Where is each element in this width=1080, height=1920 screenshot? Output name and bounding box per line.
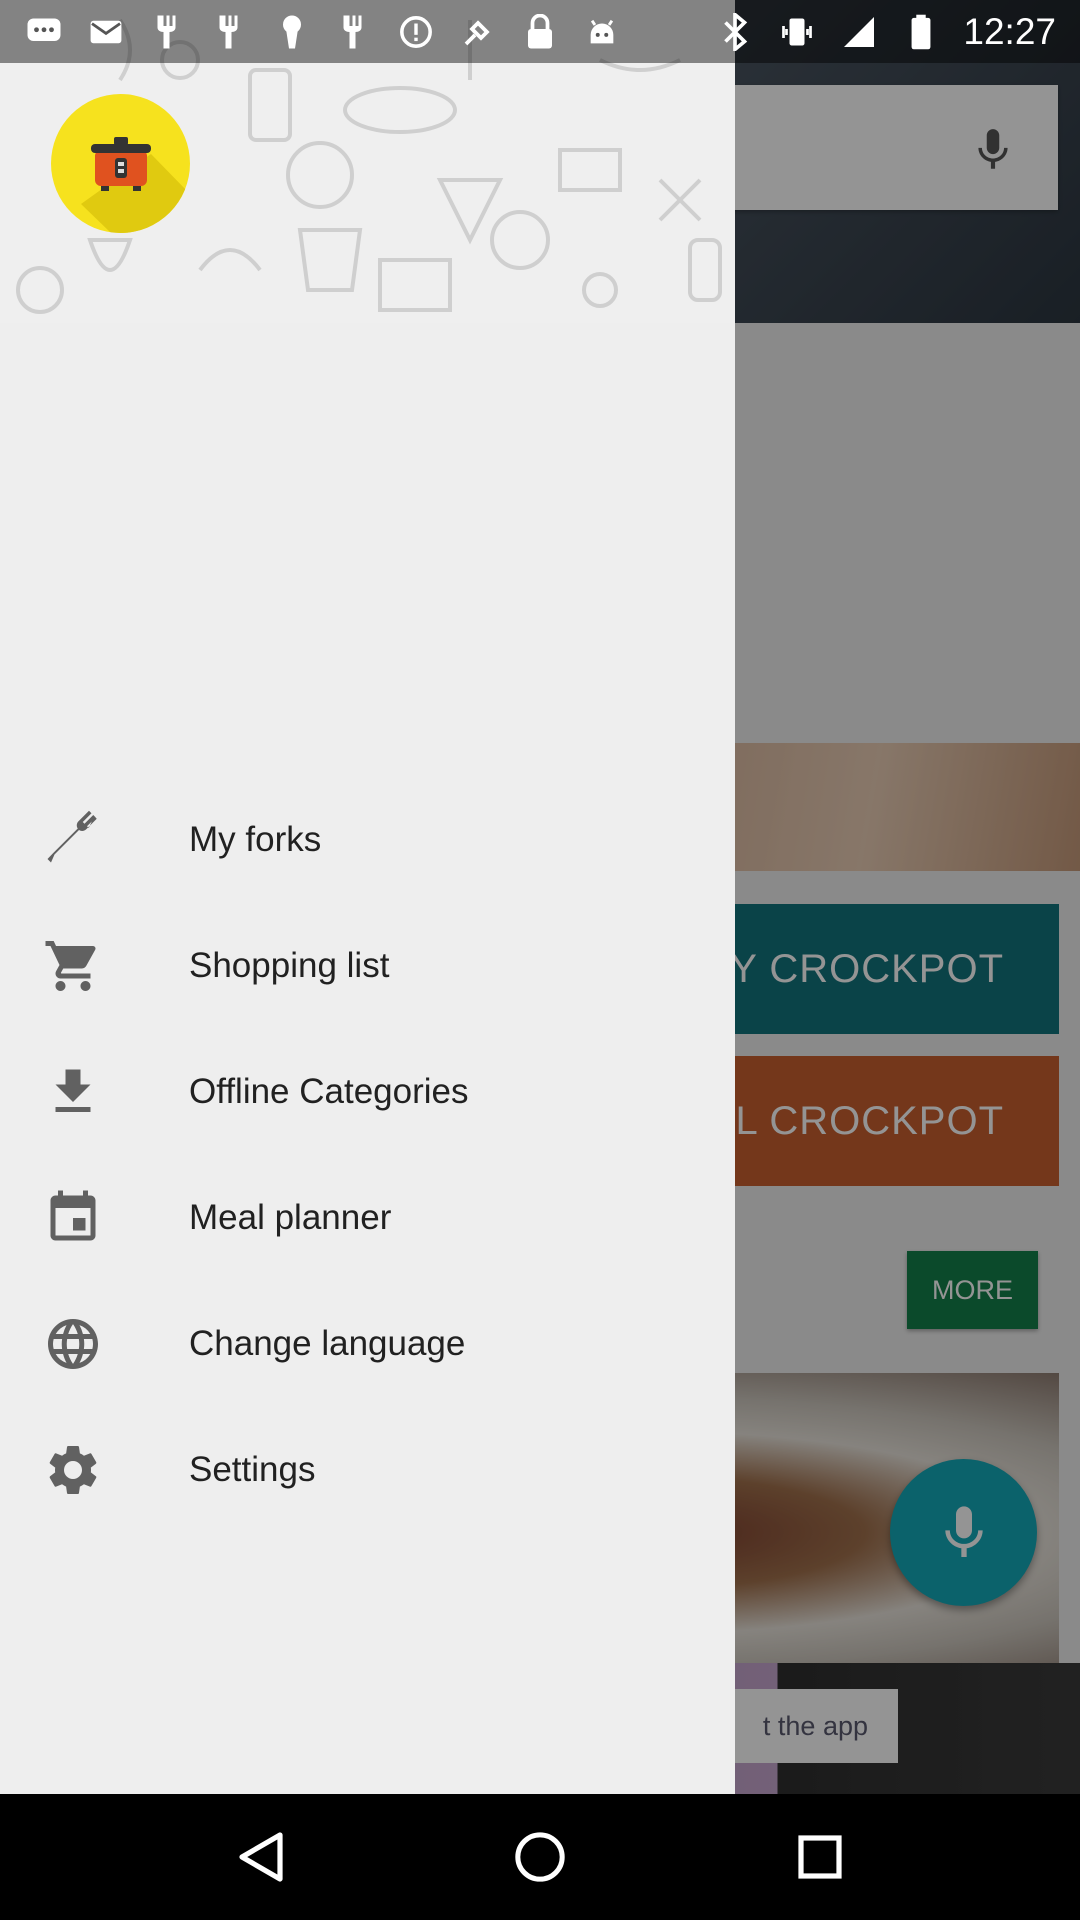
navigation-drawer: My forks Shopping list Offline Categorie… (0, 0, 735, 1794)
vibrate-icon (777, 12, 817, 52)
drawer-menu: My forks Shopping list Offline Categorie… (0, 777, 735, 1533)
recents-button[interactable] (780, 1817, 860, 1897)
globe-icon (43, 1314, 103, 1374)
fork-icon (148, 12, 188, 52)
signal-icon (839, 12, 879, 52)
menu-item-settings[interactable]: Settings (0, 1407, 735, 1533)
menu-item-offline-categories[interactable]: Offline Categories (0, 1029, 735, 1155)
mail-icon (86, 12, 126, 52)
battery-icon (901, 12, 941, 52)
system-navigation-bar (0, 1794, 1080, 1920)
recents-icon (798, 1835, 842, 1879)
fork-icon (210, 12, 250, 52)
alert-icon (396, 12, 436, 52)
home-icon (515, 1832, 565, 1882)
bluetooth-icon (715, 12, 755, 52)
menu-item-shopping-list[interactable]: Shopping list (0, 903, 735, 1029)
fork-icon (334, 12, 374, 52)
menu-item-label: Change language (189, 1324, 466, 1363)
chat-icon (24, 12, 64, 52)
fork-icon (43, 810, 103, 870)
menu-item-change-language[interactable]: Change language (0, 1281, 735, 1407)
crockpot-logo (51, 94, 190, 233)
menu-item-label: Offline Categories (189, 1072, 469, 1111)
calendar-icon (43, 1188, 103, 1248)
cart-icon (43, 936, 103, 996)
menu-item-meal-planner[interactable]: Meal planner (0, 1155, 735, 1281)
download-icon (43, 1062, 103, 1122)
menu-item-my-forks[interactable]: My forks (0, 777, 735, 903)
status-time: 12:27 (963, 10, 1056, 52)
gear-icon (43, 1440, 103, 1500)
menu-item-label: Meal planner (189, 1198, 392, 1237)
lock-icon (520, 12, 560, 52)
status-bar: 12:27 (0, 0, 1080, 63)
back-icon (239, 1832, 283, 1882)
menu-item-label: Shopping list (189, 946, 390, 985)
menu-item-label: My forks (189, 820, 322, 859)
android-icon (582, 12, 622, 52)
home-button[interactable] (500, 1817, 580, 1897)
back-button[interactable] (220, 1817, 300, 1897)
keyhole-icon (272, 12, 312, 52)
satellite-icon (458, 12, 498, 52)
menu-item-label: Settings (189, 1450, 316, 1489)
